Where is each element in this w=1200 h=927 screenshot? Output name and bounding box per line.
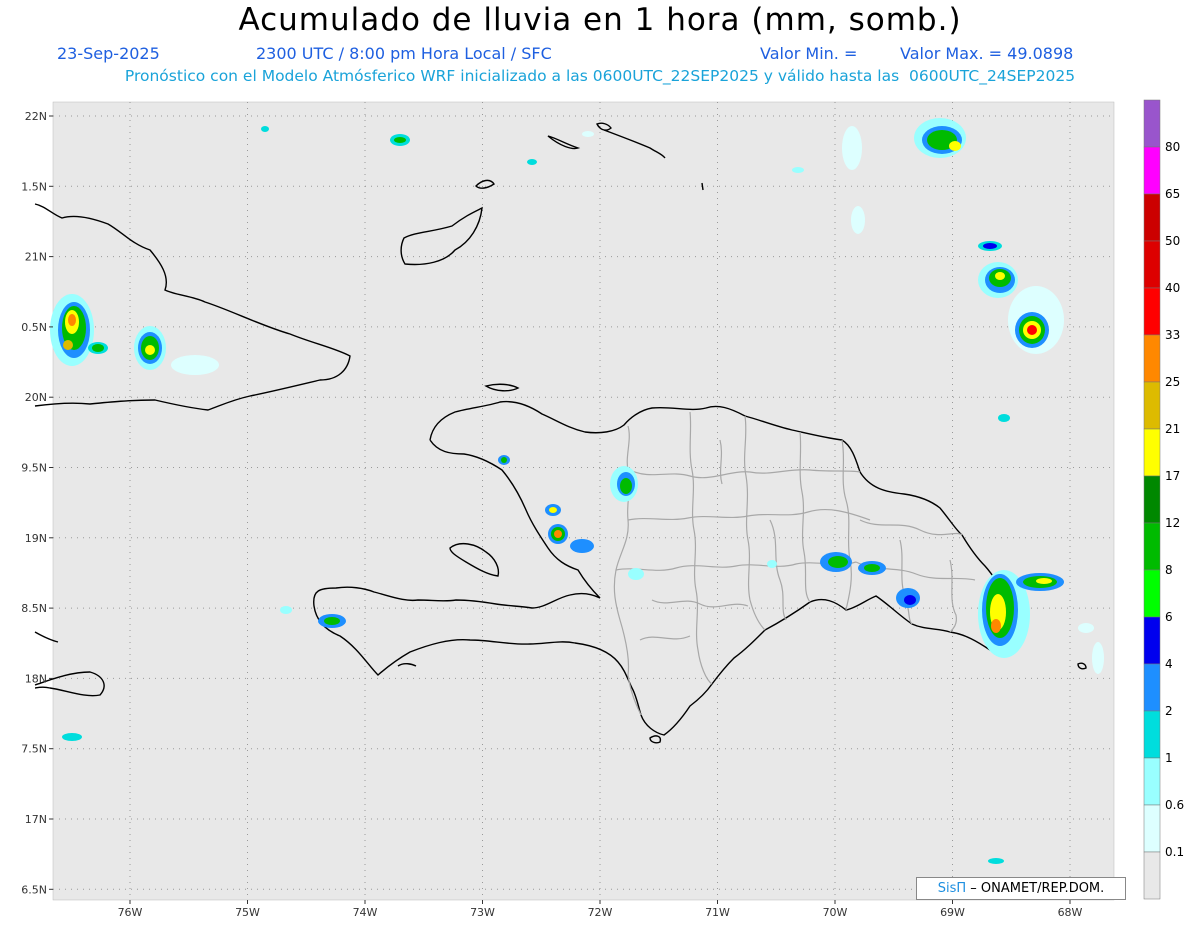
lon-tick-label: 75W: [235, 906, 260, 919]
precip-cell: [280, 606, 292, 614]
precip-cell: [527, 159, 537, 165]
colorbar-swatch: [1143, 334, 1161, 383]
colorbar-swatch: [1143, 569, 1161, 618]
colorbar-level-label: 2: [1165, 704, 1173, 718]
precip-cell: [1008, 286, 1064, 354]
precip-cell: [896, 588, 920, 608]
lon-tick-label: 72W: [588, 906, 613, 919]
colorbar-swatch: [1143, 710, 1161, 759]
colorbar-level-label: 0.1: [1165, 845, 1184, 859]
map-panel: [52, 101, 1115, 901]
colorbar-swatch: [1143, 522, 1161, 571]
lat-tick-label: 0.5N: [21, 321, 47, 334]
lat-tick-label: 19N: [25, 532, 47, 545]
colorbar-swatch: [1143, 146, 1161, 195]
colorbar-level-label: 12: [1165, 516, 1180, 530]
precip-cell: [842, 126, 862, 170]
colorbar-level-label: 17: [1165, 469, 1180, 483]
precip-cell: [261, 126, 269, 132]
colorbar-swatch: [1143, 757, 1161, 806]
colorbar-level-label: 8: [1165, 563, 1173, 577]
precip-cell: [858, 561, 886, 575]
precip-cell: [792, 167, 804, 173]
colorbar-swatch: [1143, 663, 1161, 712]
precip-cell: [1078, 623, 1094, 633]
colorbar-level-label: 1: [1165, 751, 1173, 765]
precip-cell: [988, 858, 1004, 864]
colorbar-swatch: [1143, 804, 1161, 853]
lon-tick-label: 76W: [118, 906, 143, 919]
colorbar-level-label: 6: [1165, 610, 1173, 624]
colorbar-level-label: 50: [1165, 234, 1180, 248]
colorbar-swatch: [1143, 381, 1161, 430]
lon-tick-label: 70W: [823, 906, 848, 919]
precip-cell: [62, 733, 82, 741]
precip-cell: [610, 466, 638, 502]
colorbar-level-label: 4: [1165, 657, 1173, 671]
lat-tick-label: 7.5N: [21, 743, 47, 756]
colorbar-level-label: 21: [1165, 422, 1180, 436]
precip-cell: [998, 414, 1010, 422]
precip-cell: [498, 455, 510, 465]
lat-tick-label: 9.5N: [21, 462, 47, 475]
colorbar-swatch: [1143, 99, 1161, 148]
precip-cell: [50, 294, 94, 366]
lat-tick-label: 8.5N: [21, 602, 47, 615]
colorbar-level-label: 80: [1165, 140, 1180, 154]
lat-tick-label: 18N: [25, 672, 47, 685]
precip-cell: [628, 568, 644, 580]
colorbar-level-label: 65: [1165, 187, 1180, 201]
precip-cell: [1092, 642, 1104, 674]
colorbar-legend: 806550403325211712864210.60.1: [1143, 99, 1184, 900]
colorbar-swatch: [1143, 616, 1161, 665]
colorbar-swatch: [1143, 851, 1161, 900]
colorbar-swatch: [1143, 240, 1161, 289]
precip-cell: [978, 241, 1002, 251]
lat-tick-label: 21N: [25, 251, 47, 264]
precip-cell: [914, 118, 966, 158]
lat-tick-label: 1.5N: [21, 180, 47, 193]
precip-cell: [851, 206, 865, 234]
colorbar-swatch: [1143, 287, 1161, 336]
colorbar-level-label: 0.6: [1165, 798, 1184, 812]
colorbar-swatch: [1143, 428, 1161, 477]
lon-tick-label: 74W: [353, 906, 378, 919]
colorbar-level-label: 40: [1165, 281, 1180, 295]
precip-cell: [548, 524, 568, 544]
precip-cell: [171, 355, 219, 375]
credit-box: SisΠ – ONAMET/REP.DOM.: [916, 877, 1126, 900]
colorbar-swatch: [1143, 193, 1161, 242]
lat-tick-label: 6.5N: [21, 883, 47, 896]
lat-tick-label: 22N: [25, 110, 47, 123]
precip-cell: [545, 504, 561, 516]
colorbar-level-label: 25: [1165, 375, 1180, 389]
lon-tick-label: 69W: [940, 906, 965, 919]
precip-cell: [318, 614, 346, 628]
precip-cell: [582, 131, 594, 137]
credit-brand: SisΠ: [937, 881, 967, 896]
precip-cell: [978, 262, 1018, 298]
precip-cell: [820, 552, 852, 572]
credit-text: – ONAMET/REP.DOM.: [970, 881, 1105, 896]
colorbar-level-label: 33: [1165, 328, 1180, 342]
lat-tick-label: 17N: [25, 813, 47, 826]
lon-tick-label: 73W: [470, 906, 495, 919]
lon-tick-label: 71W: [705, 906, 730, 919]
precip-cell: [88, 342, 108, 354]
precip-cell: [1016, 573, 1064, 591]
precip-cell: [134, 326, 166, 370]
lon-tick-label: 68W: [1058, 906, 1083, 919]
rainfall-map: 76W 75W 74W 73W 72W 71W 70W 69W 68W 22N 1.5N 21N 0.5…: [21, 99, 1184, 919]
colorbar-swatch: [1143, 475, 1161, 524]
precip-cell: [767, 560, 777, 568]
precip-cell: [390, 134, 410, 146]
precip-cell: [570, 539, 594, 553]
lat-tick-label: 20N: [25, 391, 47, 404]
